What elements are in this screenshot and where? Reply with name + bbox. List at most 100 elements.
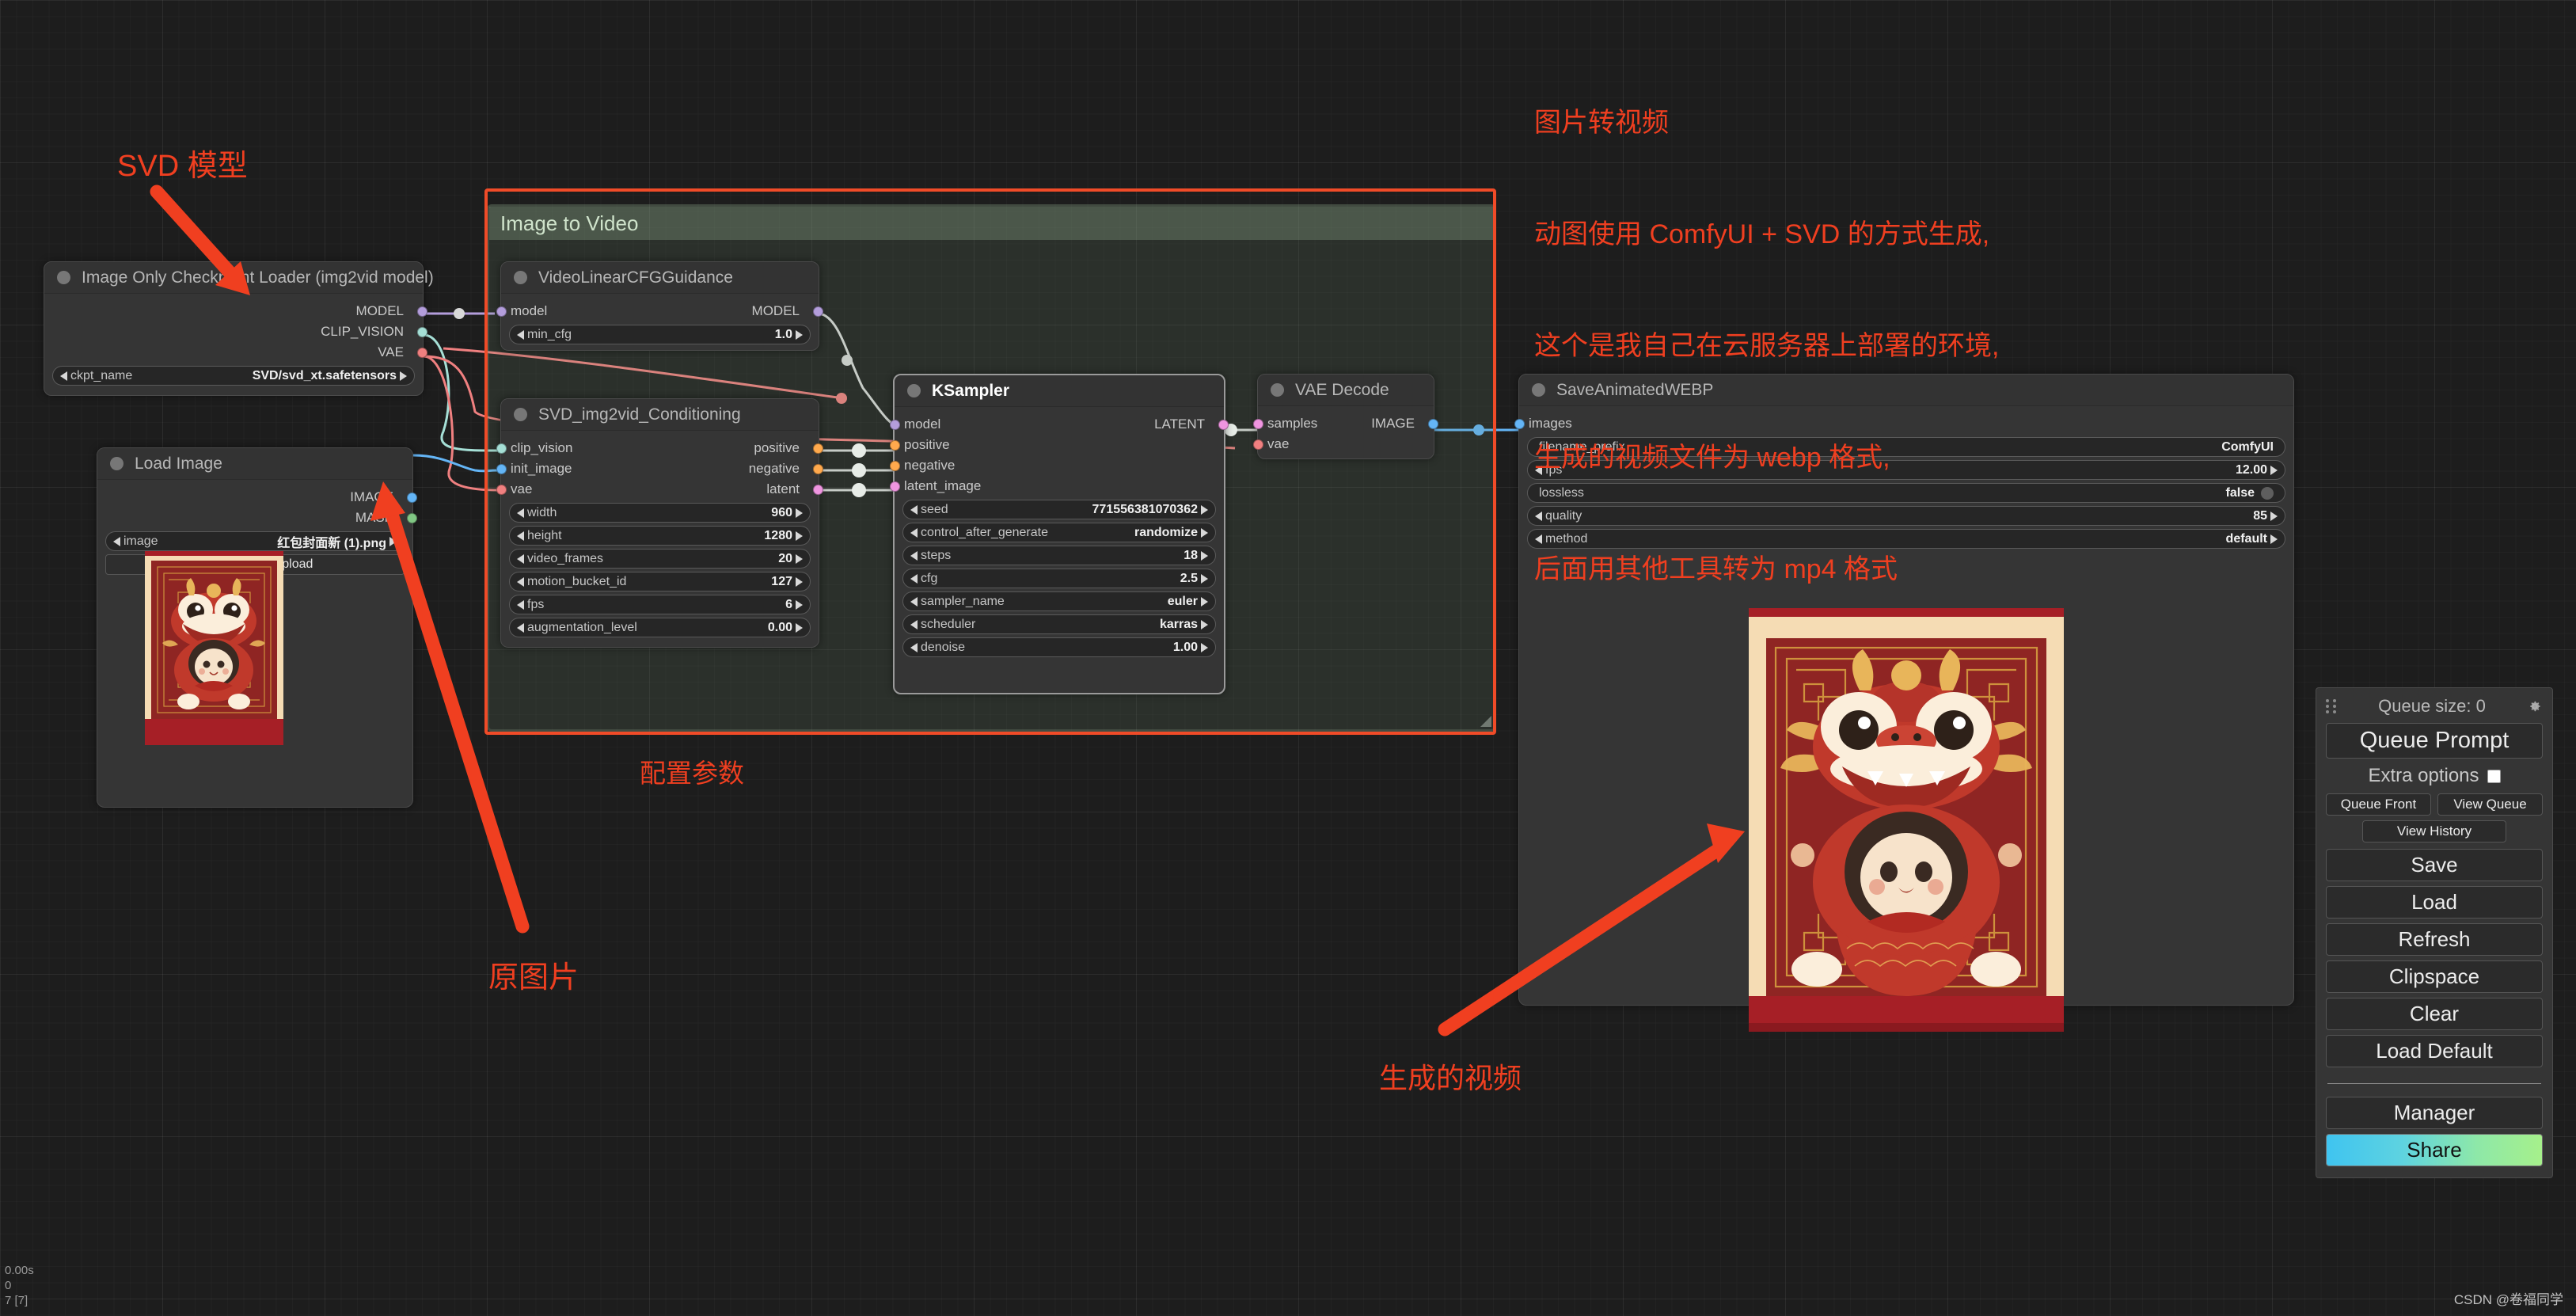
collapse-dot-icon[interactable] — [1271, 383, 1284, 397]
port-image-out[interactable] — [407, 493, 417, 503]
port-model-out[interactable] — [813, 306, 823, 317]
save-button[interactable]: Save — [2326, 849, 2543, 881]
port-model-in[interactable] — [890, 420, 900, 430]
arrow-right-icon[interactable] — [389, 536, 397, 546]
arrow-right-icon[interactable] — [1201, 619, 1208, 629]
arrow-right-icon[interactable] — [796, 599, 803, 610]
drag-handle-icon[interactable] — [2326, 699, 2337, 713]
port-latent-out[interactable] — [1218, 420, 1229, 430]
arrow-right-icon[interactable] — [796, 622, 803, 633]
port-images-in[interactable] — [1514, 419, 1525, 429]
widget-cfg[interactable]: cfg 2.5 — [902, 569, 1216, 588]
slot-positive[interactable]: positive — [890, 435, 1224, 455]
node-vae-decode[interactable]: VAE Decode samples IMAGE vae — [1253, 374, 1438, 459]
slot-init-image[interactable]: init_image negative — [496, 458, 823, 479]
extra-options-row[interactable]: Extra options — [2326, 765, 2543, 787]
clipspace-button[interactable]: Clipspace — [2326, 960, 2543, 993]
port-latent-out[interactable] — [813, 485, 823, 495]
widget-augmentation-level[interactable]: augmentation_level 0.00 — [509, 618, 811, 637]
load-default-button[interactable]: Load Default — [2326, 1035, 2543, 1067]
arrow-left-icon[interactable] — [910, 619, 918, 629]
share-button[interactable]: Share — [2326, 1134, 2543, 1166]
slot-vae[interactable]: vae latent — [496, 479, 823, 500]
output-slot-model[interactable]: MODEL — [44, 301, 427, 321]
widget-min-cfg[interactable]: min_cfg 1.0 — [509, 325, 811, 344]
arrow-left-icon[interactable] — [910, 527, 918, 538]
arrow-left-icon[interactable] — [910, 504, 918, 515]
node-svd-img2vid-conditioning[interactable]: SVD_img2vid_Conditioning clip_vision pos… — [496, 398, 823, 648]
widget-steps[interactable]: steps 18 — [902, 546, 1216, 565]
arrow-left-icon[interactable] — [60, 371, 67, 381]
arrow-right-icon[interactable] — [1201, 504, 1208, 515]
arrow-left-icon[interactable] — [517, 329, 524, 340]
arrow-left-icon[interactable] — [517, 599, 524, 610]
widget-sampler-name[interactable]: sampler_name euler — [902, 591, 1216, 611]
arrow-right-icon[interactable] — [2270, 511, 2278, 521]
collapse-dot-icon[interactable] — [514, 408, 527, 421]
view-queue-button[interactable]: View Queue — [2437, 793, 2543, 816]
slot-model[interactable]: model MODEL — [496, 301, 823, 321]
node-image-only-checkpoint-loader[interactable]: Image Only Checkpoint Loader (img2vid mo… — [44, 261, 434, 396]
output-slot-clip-vision[interactable]: CLIP_VISION — [44, 321, 427, 342]
port-clip-vision-in[interactable] — [496, 443, 507, 454]
node-titlebar[interactable]: Image Only Checkpoint Loader (img2vid mo… — [44, 262, 434, 294]
node-titlebar[interactable]: KSampler — [895, 375, 1224, 407]
collapse-dot-icon[interactable] — [907, 384, 921, 397]
widget-ckpt-name[interactable]: ckpt_name SVD/svd_xt.safetensors — [52, 366, 415, 386]
view-history-button[interactable]: View History — [2362, 820, 2506, 842]
arrow-left-icon[interactable] — [910, 573, 918, 584]
arrow-right-icon[interactable] — [796, 576, 803, 587]
widget-denoise[interactable]: denoise 1.00 — [902, 637, 1216, 657]
port-latent-image-in[interactable] — [890, 481, 900, 492]
output-slot-image[interactable]: IMAGE — [97, 487, 417, 508]
arrow-right-icon[interactable] — [796, 508, 803, 518]
widget-control-after-generate[interactable]: control_after_generate randomize — [902, 523, 1216, 542]
node-titlebar[interactable]: Load Image — [97, 448, 412, 480]
arrow-right-icon[interactable] — [1201, 596, 1208, 607]
collapse-dot-icon[interactable] — [514, 271, 527, 284]
refresh-button[interactable]: Refresh — [2326, 923, 2543, 956]
arrow-left-icon[interactable] — [517, 622, 524, 633]
port-samples-in[interactable] — [1253, 419, 1263, 429]
slot-vae[interactable]: vae — [1253, 434, 1434, 455]
floating-menu-panel[interactable]: Queue size: 0 Queue Prompt Extra options… — [2316, 687, 2553, 1178]
arrow-right-icon[interactable] — [1201, 550, 1208, 561]
port-negative-out[interactable] — [813, 464, 823, 474]
node-titlebar[interactable]: VideoLinearCFGGuidance — [501, 262, 819, 294]
widget-seed[interactable]: seed 771556381070362 — [902, 500, 1216, 519]
load-image-thumbnail[interactable] — [145, 551, 283, 745]
arrow-left-icon[interactable] — [517, 576, 524, 587]
widget-image[interactable]: image 红包封面新 (1).png — [105, 531, 405, 551]
extra-options-checkbox[interactable] — [2487, 769, 2501, 783]
load-button[interactable]: Load — [2326, 886, 2543, 919]
port-clip-vision-out[interactable] — [417, 327, 427, 337]
slot-samples[interactable]: samples IMAGE — [1253, 413, 1438, 434]
queue-prompt-button[interactable]: Queue Prompt — [2326, 723, 2543, 759]
output-slot-vae[interactable]: VAE — [44, 342, 427, 363]
port-model-out[interactable] — [417, 306, 427, 317]
collapse-dot-icon[interactable] — [110, 457, 123, 470]
widget-width[interactable]: width 960 — [509, 503, 811, 523]
slot-clip-vision[interactable]: clip_vision positive — [496, 438, 823, 458]
arrow-left-icon[interactable] — [517, 553, 524, 564]
arrow-left-icon[interactable] — [113, 536, 120, 546]
node-load-image[interactable]: Load Image IMAGE MASK image 红包封面新 (1).pn… — [97, 447, 417, 808]
port-negative-in[interactable] — [890, 461, 900, 471]
clear-button[interactable]: Clear — [2326, 998, 2543, 1030]
arrow-right-icon[interactable] — [796, 553, 803, 564]
arrow-right-icon[interactable] — [1201, 527, 1208, 538]
toggle-knob-icon[interactable] — [2261, 486, 2274, 500]
arrow-left-icon[interactable] — [910, 550, 918, 561]
node-ksampler[interactable]: KSampler model LATENT positive negative … — [890, 374, 1229, 694]
node-video-linear-cfg-guidance[interactable]: VideoLinearCFGGuidance model MODEL min_c… — [496, 261, 823, 351]
port-vae-in[interactable] — [496, 485, 507, 495]
slot-model[interactable]: model LATENT — [890, 414, 1229, 435]
port-model-in[interactable] — [496, 306, 507, 317]
widget-motion-bucket-id[interactable]: motion_bucket_id 127 — [509, 572, 811, 591]
port-image-out[interactable] — [1428, 419, 1438, 429]
widget-scheduler[interactable]: scheduler karras — [902, 614, 1216, 634]
slot-latent-image[interactable]: latent_image — [890, 476, 1224, 496]
output-slot-mask[interactable]: MASK — [97, 508, 417, 528]
manager-button[interactable]: Manager — [2326, 1097, 2543, 1129]
arrow-right-icon[interactable] — [1201, 642, 1208, 652]
